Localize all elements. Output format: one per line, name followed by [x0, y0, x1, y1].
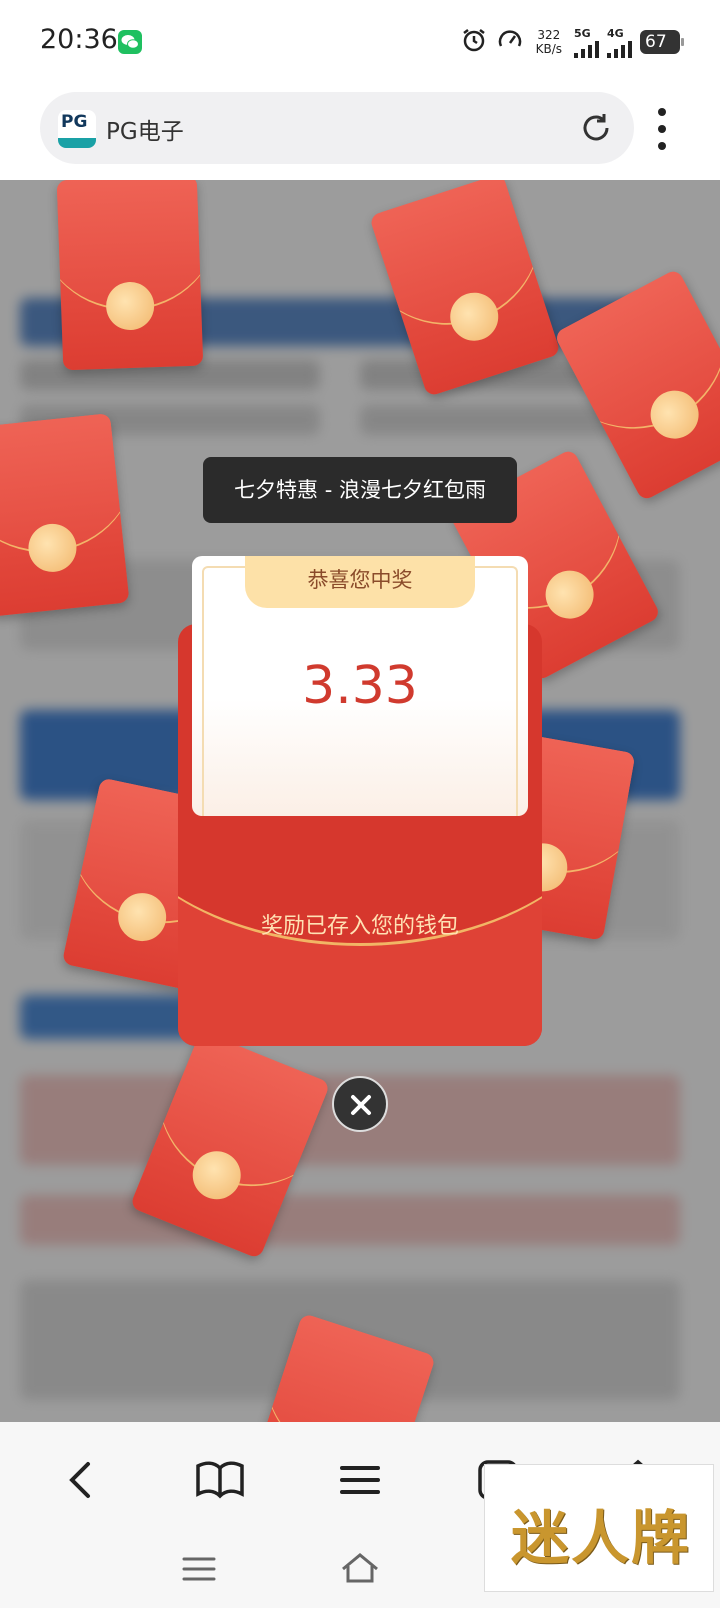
- battery-indicator: 67: [640, 30, 684, 54]
- close-button[interactable]: [332, 1076, 388, 1132]
- alarm-icon: [460, 26, 488, 58]
- prize-envelope-card: 恭喜您中奖 3.33 奖励已存入您的钱包: [178, 556, 542, 1046]
- close-icon: [351, 1095, 371, 1115]
- reload-icon[interactable]: [578, 110, 614, 150]
- address-bar[interactable]: PG PG电子: [40, 92, 634, 164]
- prize-message: 奖励已存入您的钱包: [260, 914, 459, 939]
- signal-sim2: 4G: [607, 27, 632, 58]
- wechat-notification-icon: [118, 30, 142, 54]
- signal-bars-icon: [574, 40, 599, 58]
- speed-gauge-icon: [496, 26, 524, 58]
- system-menu-icon[interactable]: [174, 1544, 224, 1594]
- status-time: 20:36: [40, 24, 118, 55]
- menu-icon[interactable]: [330, 1450, 390, 1510]
- prize-header: 恭喜您中奖: [245, 556, 475, 608]
- system-home-icon[interactable]: [335, 1544, 385, 1594]
- signal-bars-icon: [607, 40, 632, 58]
- falling-red-envelope: [56, 180, 204, 371]
- bookmarks-icon[interactable]: [190, 1450, 250, 1510]
- signal-sim1: 5G: [574, 27, 599, 58]
- site-title: PG电子: [106, 119, 184, 145]
- status-bar: 20:36 322 KB/s 5G 4G 67: [0, 0, 720, 84]
- site-logo: PG: [58, 110, 96, 148]
- prize-amount: 3.33: [302, 656, 418, 716]
- network-speed: 322 KB/s: [535, 28, 562, 56]
- back-icon[interactable]: [52, 1450, 112, 1510]
- promo-toast: 七夕特惠 - 浪漫七夕红包雨: [203, 457, 517, 523]
- falling-red-envelope: [0, 413, 130, 617]
- more-options-icon[interactable]: [656, 108, 668, 150]
- watermark-logo: 迷人牌: [484, 1464, 714, 1592]
